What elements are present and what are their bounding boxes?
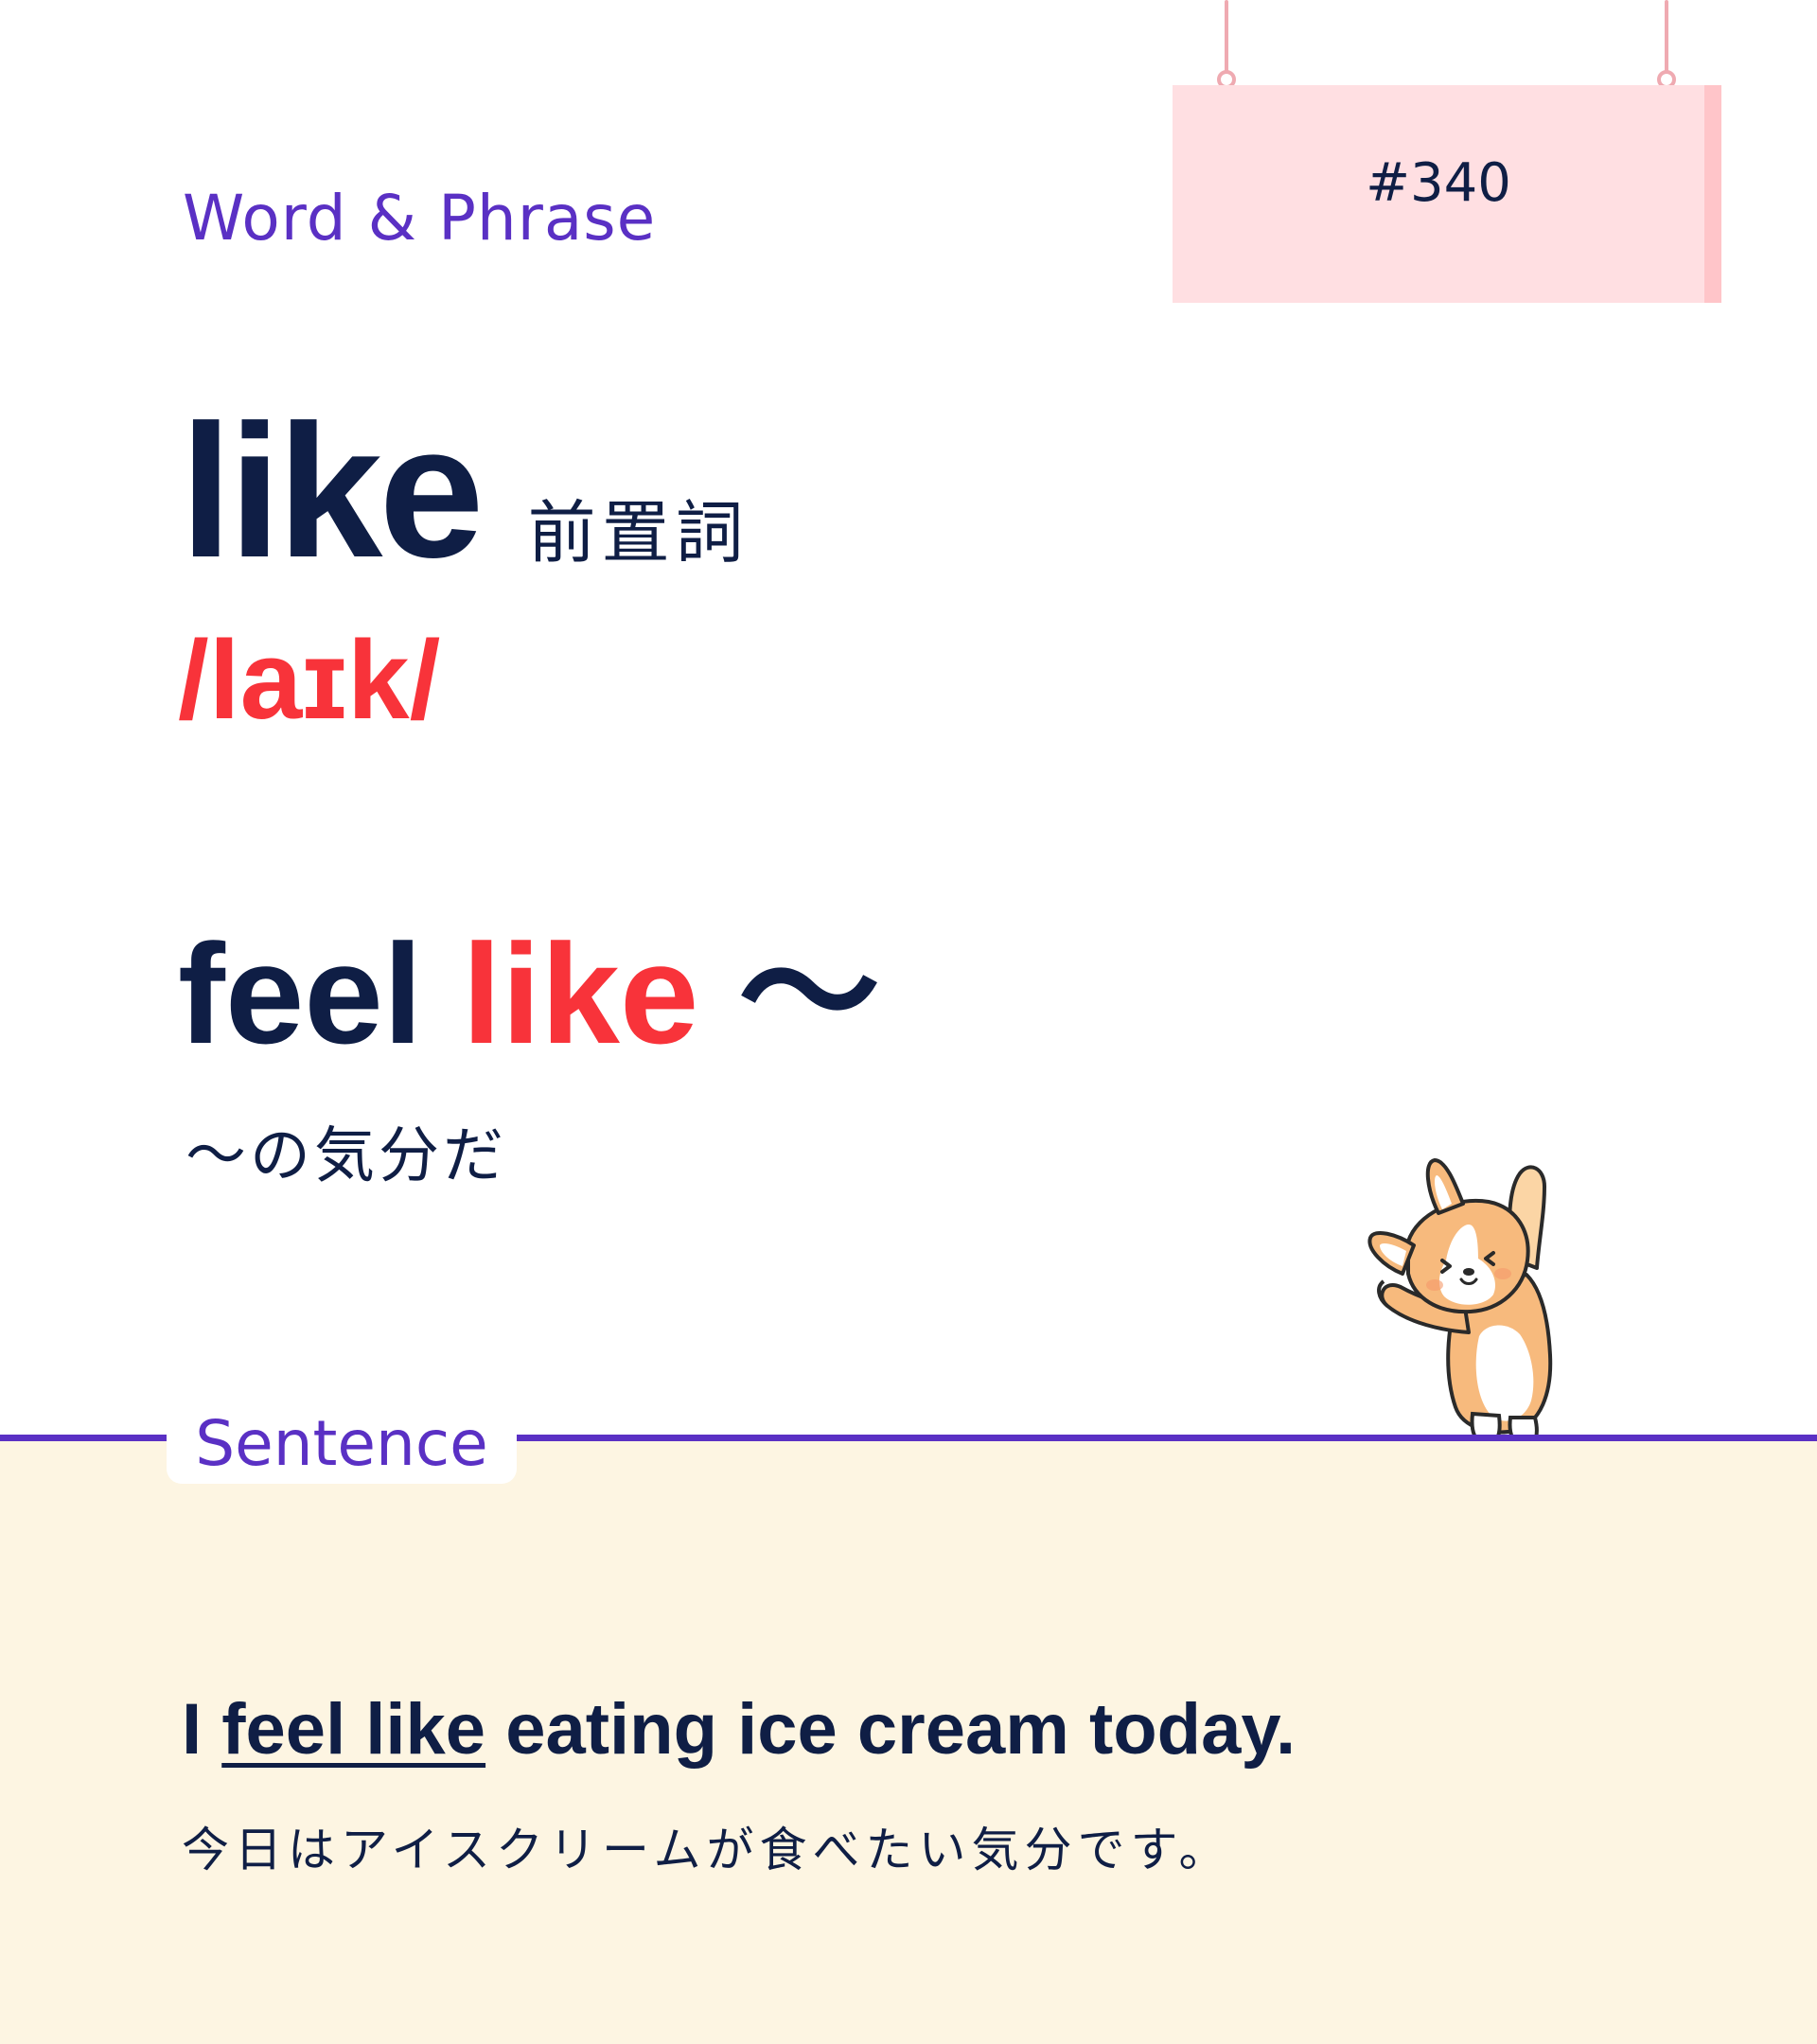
sentence-label: Sentence [195,1407,488,1480]
category-label: Word & Phrase [183,182,657,255]
sentence-before: I [182,1689,222,1770]
sentence-highlight: feel like [221,1689,486,1770]
phrase-before: feel [178,914,463,1073]
sign-string-left [1225,0,1228,74]
headword-row: like 前置詞 [180,397,750,587]
example-sentence-english: I feel like eating ice cream today. [182,1694,1296,1766]
part-of-speech: 前置詞 [527,493,750,573]
word-section: Word & Phrase #340 like 前置詞 /laɪk/ feel … [0,0,1817,1449]
sentence-after: eating ice cream today. [485,1689,1297,1770]
phrase-meaning: 〜の気分だ [185,1121,507,1191]
example-sentence-japanese: 今日はアイスクリームが食べたい気分です。 [182,1823,1232,1877]
number-sign: #340 [1173,85,1721,303]
card-number: #340 [1366,151,1511,214]
sign-string-right [1665,0,1668,74]
pronunciation: /laɪk/ [178,618,441,743]
phrase-highlight: like [462,914,699,1073]
headword: like [180,386,485,597]
phrase-after: 〜 [698,914,881,1073]
corgi-stretching-icon [1367,1158,1553,1449]
phrase: feel like 〜 [178,923,880,1065]
sentence-label-tab: Sentence [167,1404,517,1484]
